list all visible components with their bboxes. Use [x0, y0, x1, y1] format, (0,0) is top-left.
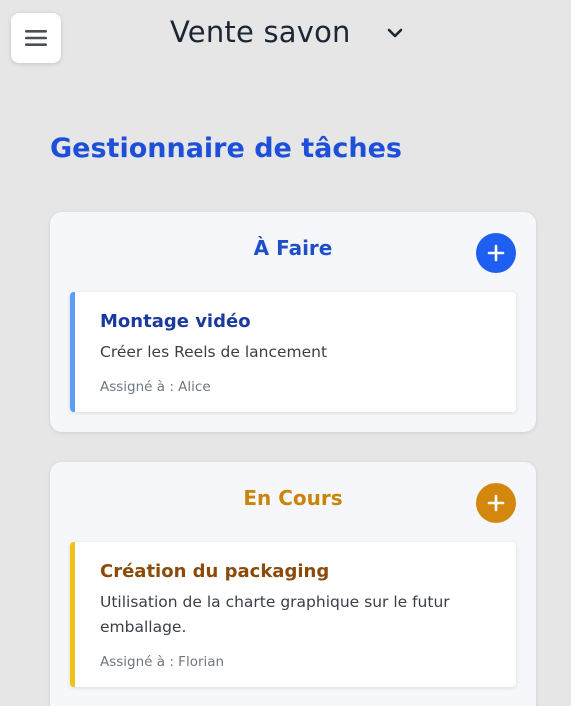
hamburger-menu-icon	[25, 30, 47, 46]
task-card[interactable]: Création du packaging Utilisation de la …	[70, 542, 516, 687]
page: Vente savon Gestionnaire de tâches À Fai…	[0, 0, 571, 706]
task-assignee: Assigné à : Florian	[100, 654, 225, 670]
add-task-button[interactable]	[476, 233, 516, 273]
plus-icon	[487, 244, 505, 262]
task-card[interactable]: Montage vidéo Créer les Reels de lanceme…	[70, 292, 516, 412]
task-description: Utilisation de la charte graphique sur l…	[100, 593, 450, 636]
add-task-button[interactable]	[476, 483, 516, 523]
column-header: En Cours	[50, 462, 536, 542]
project-selector[interactable]: Vente savon	[170, 10, 403, 54]
task-description: Créer les Reels de lancement	[100, 343, 328, 361]
task-title: Création du packaging	[100, 561, 330, 582]
column-title: En Cours	[243, 486, 343, 510]
task-title: Montage vidéo	[100, 311, 251, 332]
task-assignee: Assigné à : Alice	[100, 379, 211, 395]
column-title: À Faire	[253, 236, 333, 260]
chevron-down-icon	[387, 28, 402, 38]
column-todo: À Faire Montage vidéo Créer les Reels de…	[50, 212, 536, 432]
column-in-progress: En Cours Création du packaging Utilisati…	[50, 462, 536, 706]
plus-icon	[487, 494, 505, 512]
column-header: À Faire	[50, 212, 536, 292]
page-title: Gestionnaire de tâches	[50, 133, 402, 164]
menu-button[interactable]	[11, 13, 61, 63]
project-name: Vente savon	[170, 15, 351, 49]
